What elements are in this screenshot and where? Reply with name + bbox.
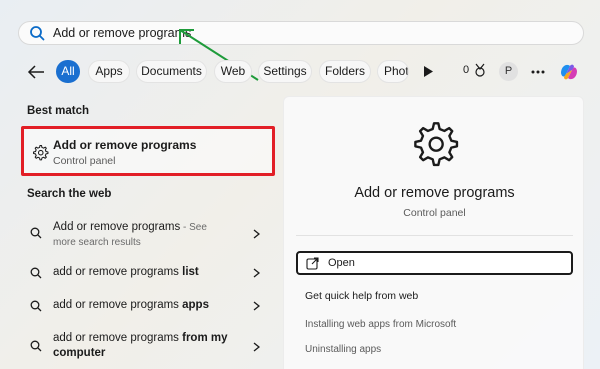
web-result-query: add or remove programs <box>53 299 183 311</box>
best-match-subtitle: Control panel <box>53 155 116 167</box>
rewards-trophy-icon[interactable] <box>473 63 487 78</box>
open-button[interactable]: Open <box>296 251 573 275</box>
copilot-icon[interactable] <box>557 60 581 84</box>
avatar[interactable]: P <box>499 62 518 81</box>
divider <box>296 235 573 236</box>
search-bar[interactable] <box>18 21 584 45</box>
chevron-right-icon <box>253 342 260 352</box>
rewards-points: 0 <box>463 64 470 76</box>
detail-subtitle: Control panel <box>403 207 466 219</box>
more-options-icon[interactable] <box>531 70 545 74</box>
web-result-text: add or remove programs apps <box>53 298 243 313</box>
web-result-suffix: - See <box>180 222 207 233</box>
web-result-text: Add or remove programs - See more search… <box>53 220 243 250</box>
tab-all[interactable]: All <box>56 60 80 83</box>
open-external-icon <box>306 257 319 270</box>
web-result-item[interactable]: Add or remove programs - See more search… <box>21 220 275 250</box>
chevron-right-icon <box>253 229 260 239</box>
web-result-query: add or remove programs <box>53 332 183 344</box>
tab-apps[interactable]: Apps <box>88 60 130 83</box>
web-result-sub: more search results <box>53 237 141 248</box>
quick-help-heading: Get quick help from web <box>305 290 419 302</box>
web-result-item[interactable]: add or remove programs list <box>21 265 275 281</box>
best-match-heading: Best match <box>27 105 89 117</box>
tab-documents[interactable]: Documents <box>136 60 207 83</box>
search-input[interactable] <box>53 26 353 40</box>
search-web-heading: Search the web <box>27 188 112 200</box>
help-link[interactable]: Uninstalling apps <box>305 344 381 355</box>
web-result-text: add or remove programs list <box>53 265 243 280</box>
tab-photos[interactable]: Photo <box>377 60 409 83</box>
open-button-label: Open <box>328 257 355 269</box>
search-icon <box>30 267 42 279</box>
web-result-item[interactable]: add or remove programs apps <box>21 298 275 314</box>
search-icon <box>30 26 45 41</box>
tab-web[interactable]: Web <box>214 60 252 83</box>
search-icon <box>30 340 42 352</box>
best-match-title: Add or remove programs <box>53 138 197 152</box>
settings-gear-icon <box>414 122 459 167</box>
search-icon <box>30 300 42 312</box>
tab-folders[interactable]: Folders <box>319 60 371 83</box>
chevron-right-icon <box>253 268 260 278</box>
web-result-bold: apps <box>182 299 209 311</box>
detail-title: Add or remove programs <box>354 185 515 201</box>
filter-bar: All Apps Documents Web Settings Folders … <box>0 60 600 84</box>
chevron-right-icon <box>253 301 260 311</box>
web-result-query: add or remove programs <box>53 266 183 278</box>
web-result-text: add or remove programs from my computer <box>53 331 233 361</box>
play-icon[interactable] <box>423 66 433 77</box>
tab-settings[interactable]: Settings <box>258 60 312 83</box>
result-detail-panel: Add or remove programs Control panel Ope… <box>283 96 584 369</box>
web-result-query: Add or remove programs <box>53 221 181 233</box>
web-result-bold: list <box>182 266 199 278</box>
web-result-item[interactable]: add or remove programs from my computer <box>21 331 275 363</box>
back-arrow-icon[interactable] <box>27 64 45 80</box>
search-icon <box>30 227 42 239</box>
help-link[interactable]: Installing web apps from Microsoft <box>305 319 456 330</box>
best-match-result[interactable]: Add or remove programs Control panel <box>21 126 275 176</box>
settings-gear-icon <box>33 144 49 161</box>
